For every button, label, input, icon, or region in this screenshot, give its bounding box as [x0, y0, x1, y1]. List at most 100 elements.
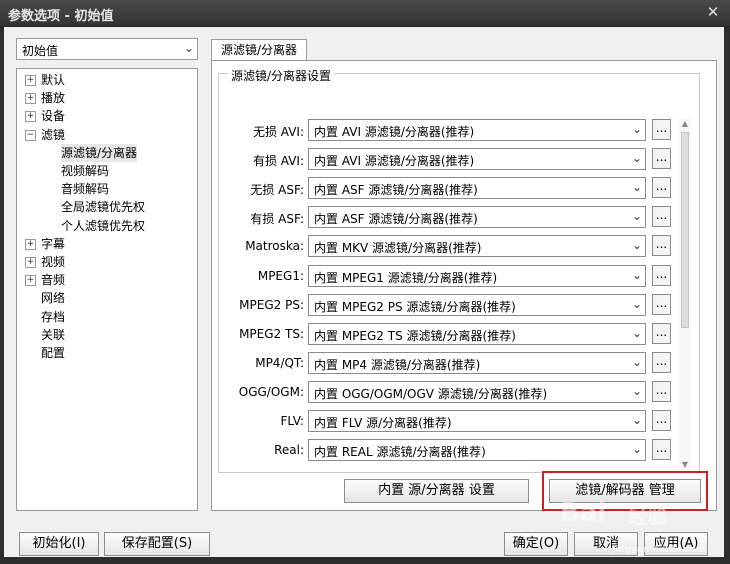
preset-dropdown[interactable]: 初始值 ⌄ — [16, 38, 198, 60]
initialize-button[interactable]: 初始化(I) — [19, 532, 99, 556]
expand-toggle-icon[interactable]: + — [25, 111, 36, 123]
tree-item[interactable]: + 音频 — [17, 271, 195, 289]
row-label: MP4/QT: — [255, 355, 304, 370]
filter-value: 内置 AVI 源滤镜/分离器(推荐) — [314, 154, 475, 169]
filter-dropdown[interactable]: 内置 AVI 源滤镜/分离器(推荐) ⌄ — [308, 119, 646, 141]
tree-item-label: 关联 — [41, 327, 66, 342]
tree-item[interactable]: 视频解码 — [17, 162, 195, 180]
chevron-down-icon: ⌄ — [631, 325, 642, 340]
filter-dropdown[interactable]: 内置 OGG/OGM/OGV 源滤镜/分离器(推荐) ⌄ — [308, 380, 646, 403]
more-options-button[interactable]: ... — [652, 293, 671, 315]
row-label: Matroska: — [245, 239, 304, 254]
tree-item-label: 网络 — [41, 291, 66, 306]
tree-item[interactable]: + 默认 — [17, 71, 195, 89]
preferences-window: 参数选项 - 初始值 ✕ 初始值 ⌄ + 默认 + 播放 + 设备 − 滤镜 源滤镜/分离器 视频… — [0, 0, 730, 564]
filter-value: 内置 MPEG2 PS 源滤镜/分离器(推荐) — [314, 299, 516, 314]
tree-item[interactable]: 个人滤镜优先权 — [17, 217, 195, 235]
settings-tree[interactable]: + 默认 + 播放 + 设备 − 滤镜 源滤镜/分离器 视频解码 音频解码 全局滤镜优先权 个人滤镜优先… — [16, 68, 198, 511]
tree-item[interactable]: + 字幕 — [17, 235, 195, 253]
chevron-down-icon: ⌄ — [631, 267, 642, 282]
tree-item[interactable]: 关联 — [17, 326, 195, 344]
tree-item-label: 音频 — [41, 273, 66, 288]
filter-dropdown[interactable]: 内置 AVI 源滤镜/分离器(推荐) ⌄ — [308, 148, 646, 171]
dialog-client: 初始值 ⌄ + 默认 + 播放 + 设备 − 滤镜 源滤镜/分离器 视频解码 音频解码 全局滤镜优先权… — [4, 27, 724, 557]
more-options-button[interactable]: ... — [652, 380, 671, 402]
tree-item[interactable]: 全局滤镜优先权 — [17, 198, 195, 216]
tree-item[interactable]: + 设备 — [17, 107, 195, 125]
filter-dropdown[interactable]: 内置 MPEG1 源滤镜/分离器(推荐) ⌄ — [308, 264, 646, 287]
more-options-button[interactable]: ... — [652, 177, 671, 199]
filter-dropdown[interactable]: 内置 FLV 源/分离器(推荐) ⌄ — [308, 410, 646, 432]
filter-value: 内置 AVI 源滤镜/分离器(推荐) — [314, 125, 475, 139]
more-options-button[interactable]: ... — [652, 264, 671, 286]
scroll-down-icon[interactable]: ▼ — [679, 459, 691, 471]
tab-source-filter[interactable]: 源滤镜/分离器 — [211, 39, 307, 61]
expand-toggle-icon[interactable]: + — [25, 75, 36, 86]
filter-dropdown[interactable]: 内置 ASF 源滤镜/分离器(推荐) ⌄ — [308, 206, 646, 229]
chevron-down-icon: ⌄ — [631, 122, 642, 136]
more-options-button[interactable]: ... — [652, 235, 671, 257]
tree-item[interactable]: + 播放 — [17, 89, 195, 107]
row-label: MPEG2 PS: — [239, 297, 304, 312]
row-label: FLV: — [280, 414, 304, 428]
row-label: 有损 ASF: — [250, 212, 304, 227]
watermark-text: 经验 — [628, 504, 668, 528]
tree-item[interactable]: 网络 — [17, 289, 195, 307]
tree-item-label: 字幕 — [41, 236, 66, 251]
tree-item[interactable]: 存档 — [17, 308, 195, 326]
window-title: 参数选项 - 初始值 — [8, 9, 114, 24]
chevron-down-icon: ⌄ — [183, 41, 194, 55]
filter-dropdown[interactable]: 内置 MPEG2 TS 源滤镜/分离器(推荐) ⌄ — [308, 322, 646, 345]
builtin-splitter-settings-button[interactable]: 内置 源/分离器 设置 — [344, 479, 529, 503]
filter-value: 内置 MKV 源滤镜/分离器(推荐) — [314, 241, 482, 256]
expand-toggle-icon[interactable]: − — [25, 129, 36, 141]
expand-toggle-icon[interactable]: + — [25, 275, 36, 287]
filter-dropdown[interactable]: 内置 ASF 源滤镜/分离器(推荐) ⌄ — [308, 177, 646, 200]
tree-item[interactable]: 源滤镜/分离器 — [17, 143, 195, 162]
filter-value: 内置 MP4 源滤镜/分离器(推荐) — [314, 357, 481, 372]
tree-item[interactable]: 配置 — [17, 344, 195, 362]
row-label: 有损 AVI: — [252, 154, 304, 169]
filter-value: 内置 OGG/OGM/OGV 源滤镜/分离器(推荐) — [314, 386, 548, 401]
tree-item[interactable]: − 滤镜 — [17, 126, 195, 144]
vertical-scrollbar[interactable]: ▲ ▼ — [679, 118, 691, 471]
tree-item-label: 个人滤镜优先权 — [61, 218, 146, 233]
more-options-button[interactable]: ... — [652, 206, 671, 228]
more-options-button[interactable]: ... — [652, 439, 671, 461]
filter-dropdown[interactable]: 内置 MPEG2 PS 源滤镜/分离器(推荐) ⌄ — [308, 293, 646, 316]
tree-item[interactable]: + 视频 — [17, 253, 195, 271]
more-options-button[interactable]: ... — [652, 322, 671, 344]
tree-item-label: 配置 — [41, 346, 66, 360]
expand-toggle-icon[interactable]: + — [25, 238, 36, 250]
filter-dropdown[interactable]: 内置 MP4 源滤镜/分离器(推荐) ⌄ — [308, 351, 646, 374]
more-options-button[interactable]: ... — [652, 148, 671, 170]
scroll-up-icon[interactable]: ▲ — [679, 118, 691, 130]
tree-item[interactable]: 音频解码 — [17, 180, 195, 198]
tree-item-label: 视频解码 — [61, 164, 110, 178]
filter-dropdown[interactable]: 内置 REAL 源滤镜/分离器(推荐) ⌄ — [308, 439, 646, 462]
ok-button[interactable]: 确定(O) — [504, 532, 568, 556]
chevron-down-icon: ⌄ — [631, 383, 642, 398]
scroll-thumb[interactable] — [681, 132, 689, 328]
watermark-url: jingyan.baidu.com — [612, 545, 706, 555]
chevron-down-icon: ⌄ — [631, 442, 642, 457]
more-options-button[interactable]: ... — [652, 351, 671, 373]
row-label: 无损 ASF: — [250, 183, 304, 198]
save-config-button[interactable]: 保存配置(S) — [104, 532, 210, 556]
preset-value: 初始值 — [22, 44, 59, 58]
more-options-button[interactable]: ... — [652, 119, 671, 140]
tree-item-label: 源滤镜/分离器 — [61, 143, 138, 162]
expand-toggle-icon[interactable]: + — [25, 93, 36, 105]
expand-toggle-icon[interactable]: + — [25, 257, 36, 268]
chevron-down-icon: ⌄ — [631, 238, 642, 253]
filter-dropdown[interactable]: 内置 MKV 源滤镜/分离器(推荐) ⌄ — [308, 235, 646, 258]
row-label: Real: — [274, 443, 304, 458]
chevron-down-icon: ⌄ — [631, 209, 642, 224]
close-icon[interactable]: ✕ — [704, 3, 722, 21]
more-options-button[interactable]: ... — [652, 410, 671, 431]
chevron-down-icon: ⌄ — [631, 413, 642, 427]
tree-item-label: 播放 — [41, 91, 66, 106]
title-bar[interactable]: 参数选项 - 初始值 ✕ — [0, 0, 730, 27]
filter-value: 内置 ASF 源滤镜/分离器(推荐) — [314, 212, 478, 227]
filter-value: 内置 FLV 源/分离器(推荐) — [314, 416, 452, 430]
